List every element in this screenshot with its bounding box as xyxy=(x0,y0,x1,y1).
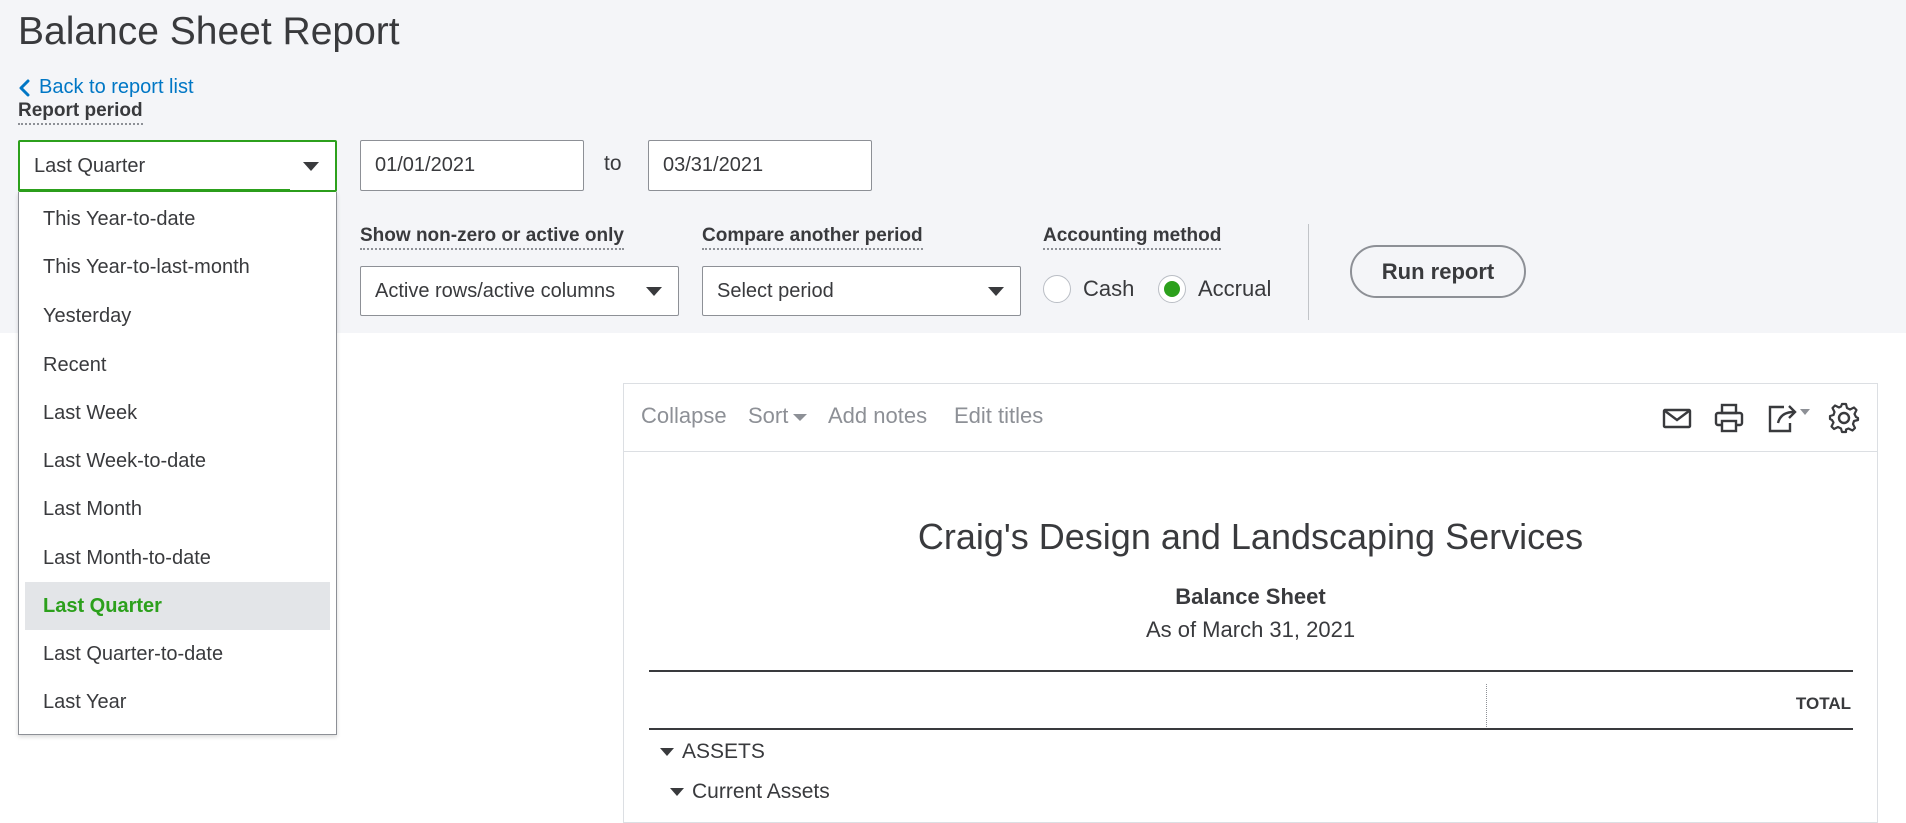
accrual-label: Accrual xyxy=(1198,276,1272,301)
report-period-select[interactable]: Last Quarter xyxy=(18,140,337,192)
email-icon[interactable] xyxy=(1660,401,1694,435)
period-option[interactable]: Yesterday xyxy=(25,292,330,340)
nonzero-label: Show non-zero or active only xyxy=(360,225,624,250)
cash-label: Cash xyxy=(1083,276,1135,301)
report-toolbar: Collapse Sort Add notes Edit titles xyxy=(624,384,1877,452)
sort-button[interactable]: Sort xyxy=(748,403,808,429)
period-option[interactable]: Last Quarter-to-date xyxy=(25,630,330,678)
nonzero-select[interactable]: Active rows/active columns xyxy=(360,266,679,316)
back-link-label: Back to report list xyxy=(39,76,194,98)
period-option[interactable]: Last Week xyxy=(25,389,330,437)
back-to-report-list-link[interactable]: Back to report list xyxy=(18,76,194,99)
tree-row-current-assets[interactable]: Current Assets xyxy=(670,780,830,804)
dropdown-arrow-icon xyxy=(646,287,662,296)
export-icon[interactable] xyxy=(1764,401,1812,435)
report-title: Balance Sheet xyxy=(1175,584,1326,609)
dropdown-arrow-icon xyxy=(303,162,319,171)
sort-caret-icon xyxy=(793,413,808,421)
add-notes-button[interactable]: Add notes xyxy=(828,403,927,429)
period-option[interactable]: Last Month-to-date xyxy=(25,534,330,582)
sort-label: Sort xyxy=(748,403,789,428)
header-bottom-rule xyxy=(649,728,1853,730)
page-title: Balance Sheet Report xyxy=(18,10,400,53)
print-icon[interactable] xyxy=(1712,401,1746,435)
compare-period-value: Select period xyxy=(717,279,834,302)
period-option[interactable]: Recent xyxy=(25,341,330,389)
column-divider xyxy=(1486,684,1487,729)
period-option[interactable]: This Year-to-date xyxy=(25,195,330,243)
cash-radio[interactable] xyxy=(1043,275,1071,303)
total-column-header: TOTAL xyxy=(1795,694,1851,713)
chevron-left-icon xyxy=(19,79,30,96)
compare-period-label: Compare another period xyxy=(702,225,923,250)
filter-divider xyxy=(1308,224,1309,320)
period-option[interactable]: Last Month xyxy=(25,485,330,533)
tree-row-assets[interactable]: ASSETS xyxy=(660,740,765,764)
caret-down-icon[interactable] xyxy=(670,788,684,796)
accrual-radio-option[interactable]: Accrual xyxy=(1158,275,1271,303)
accrual-radio[interactable] xyxy=(1158,275,1186,303)
period-option-selected[interactable]: Last Quarter xyxy=(25,582,330,630)
period-option[interactable]: Last Week-to-date xyxy=(25,437,330,485)
edit-titles-button[interactable]: Edit titles xyxy=(954,403,1043,429)
header-top-rule xyxy=(649,670,1853,672)
accounting-method-label: Accounting method xyxy=(1043,225,1222,250)
date-to-separator: to xyxy=(604,152,622,175)
caret-down-icon[interactable] xyxy=(660,748,674,756)
date-from-input[interactable]: 01/01/2021 xyxy=(360,140,584,191)
period-option[interactable]: This Year-to-last-month xyxy=(25,243,330,291)
settings-gear-icon[interactable] xyxy=(1827,401,1861,435)
report-period-dropdown: This Year-to-date This Year-to-last-mont… xyxy=(18,192,337,735)
report-card: Collapse Sort Add notes Edit titles Crai… xyxy=(623,383,1878,823)
collapse-button[interactable]: Collapse xyxy=(641,403,727,429)
row-label: ASSETS xyxy=(682,740,765,763)
period-option[interactable]: Last Year xyxy=(25,678,330,726)
date-to-input[interactable]: 03/31/2021 xyxy=(648,140,872,191)
report-period-label: Report period xyxy=(18,100,143,125)
run-report-button[interactable]: Run report xyxy=(1350,245,1526,298)
compare-period-select[interactable]: Select period xyxy=(702,266,1021,316)
report-period-value: Last Quarter xyxy=(34,154,146,177)
company-name: Craig's Design and Landscaping Services xyxy=(917,516,1584,557)
report-date: As of March 31, 2021 xyxy=(1145,617,1356,642)
nonzero-value: Active rows/active columns xyxy=(375,279,616,302)
radio-selected-dot xyxy=(1164,281,1180,297)
dropdown-arrow-icon xyxy=(988,287,1004,296)
cash-radio-option[interactable]: Cash xyxy=(1043,275,1134,303)
row-label: Current Assets xyxy=(692,780,830,803)
